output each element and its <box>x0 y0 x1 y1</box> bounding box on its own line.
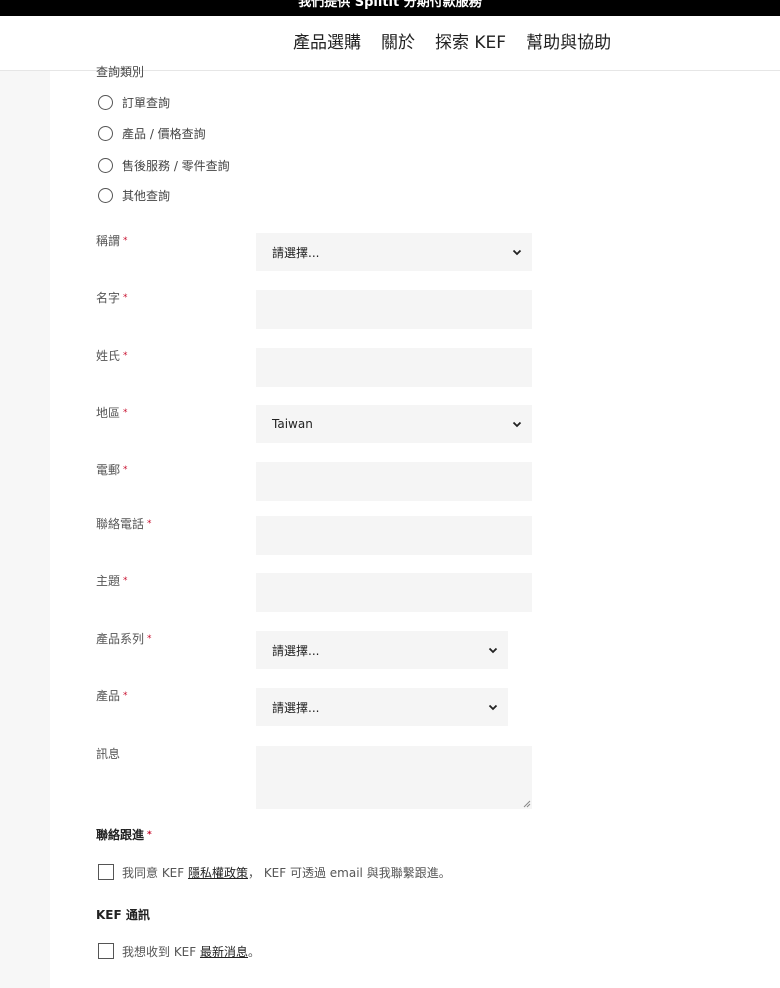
announcement-text: 我們提供 Splitit 分期付款服務 <box>298 0 482 10</box>
product-series-select-value: 請選擇... <box>272 643 320 658</box>
last-name-label-text: 姓氏 <box>96 349 121 363</box>
subject-field[interactable] <box>256 573 532 612</box>
message-label: 訊息 <box>96 747 121 761</box>
first-name-label: 名字 * <box>96 290 128 306</box>
follow-up-consent-text: 我同意 KEF 隱私權政策， KEF 可透過 email 與我聯繫跟進。 <box>122 864 451 881</box>
site-header: 產品選購 關於 探索 KEF 幫助與協助 <box>0 16 780 71</box>
salutation-select-value: 請選擇... <box>272 245 320 260</box>
chevron-down-icon <box>512 249 522 256</box>
salutation-select[interactable]: 請選擇... <box>256 233 532 271</box>
phone-label: 聯絡電話 * <box>96 516 152 532</box>
follow-up-checkbox[interactable] <box>98 864 114 880</box>
required-mark: * <box>123 691 128 701</box>
left-gutter <box>0 71 50 988</box>
follow-up-consent-row[interactable]: 我同意 KEF 隱私權政策， KEF 可透過 email 與我聯繫跟進。 <box>98 863 451 881</box>
radio-button[interactable] <box>98 94 113 110</box>
email-label: 電郵 * <box>96 462 128 478</box>
region-label: 地區 * <box>96 405 128 421</box>
radio-button[interactable] <box>98 187 113 203</box>
first-name-field[interactable] <box>256 290 532 329</box>
product-series-select[interactable]: 請選擇... <box>256 631 508 669</box>
newsletter-title: KEF 通訊 <box>96 908 150 922</box>
radio-option-label: 產品 / 價格查詢 <box>122 126 206 141</box>
radio-option-label: 訂單查詢 <box>122 95 171 110</box>
nav-item-products[interactable]: 產品選購 <box>293 32 361 54</box>
radio-button[interactable] <box>98 157 113 173</box>
product-label: 產品 * <box>96 688 128 704</box>
email-label-text: 電郵 <box>96 463 121 477</box>
required-mark: * <box>123 408 128 418</box>
follow-up-text-before: 我同意 KEF <box>122 865 188 880</box>
nav-item-help[interactable]: 幫助與協助 <box>526 32 611 54</box>
radio-option-label: 售後服務 / 零件查詢 <box>122 158 230 173</box>
first-name-label-text: 名字 <box>96 291 121 305</box>
region-label-text: 地區 <box>96 406 121 420</box>
follow-up-title-text: 聯絡跟進 <box>96 828 145 842</box>
required-mark: * <box>147 830 152 840</box>
radio-option-after-sales[interactable]: 售後服務 / 零件查詢 <box>98 156 230 174</box>
product-series-label-text: 產品系列 <box>96 632 145 646</box>
subject-label: 主題 * <box>96 573 128 589</box>
message-textarea[interactable] <box>256 746 532 809</box>
product-select-value: 請選擇... <box>272 700 320 715</box>
required-mark: * <box>123 236 128 246</box>
radio-option-label: 其他查詢 <box>122 188 171 203</box>
chevron-down-icon <box>512 421 522 428</box>
salutation-label-text: 稱謂 <box>96 234 121 248</box>
last-name-label: 姓氏 * <box>96 348 128 364</box>
required-mark: * <box>123 351 128 361</box>
required-mark: * <box>123 576 128 586</box>
follow-up-text-after: ， KEF 可透過 email 與我聯繫跟進。 <box>248 865 451 880</box>
product-series-label: 產品系列 * <box>96 631 152 647</box>
product-label-text: 產品 <box>96 689 121 703</box>
required-mark: * <box>123 293 128 303</box>
newsletter-text-before: 我想收到 KEF <box>122 944 200 959</box>
radio-option-product-price[interactable]: 產品 / 價格查詢 <box>98 124 206 142</box>
radio-option-other[interactable]: 其他查詢 <box>98 186 170 204</box>
announcement-bar: 我們提供 Splitit 分期付款服務 <box>0 0 780 16</box>
chevron-down-icon <box>488 704 498 711</box>
phone-field[interactable] <box>256 516 532 555</box>
region-select-value: Taiwan <box>272 417 313 431</box>
follow-up-title: 聯絡跟進 * <box>96 827 152 843</box>
inquiry-type-label: 查詢類別 <box>96 65 145 79</box>
newsletter-consent-text: 我想收到 KEF 最新消息。 <box>122 943 260 960</box>
email-field[interactable] <box>256 462 532 501</box>
newsletter-text-after: 。 <box>248 944 261 959</box>
required-mark: * <box>147 519 152 529</box>
subject-label-text: 主題 <box>96 574 121 588</box>
resize-grip-icon[interactable] <box>523 800 531 808</box>
region-select[interactable]: Taiwan <box>256 405 532 443</box>
product-select[interactable]: 請選擇... <box>256 688 508 726</box>
nav-item-about[interactable]: 關於 <box>381 32 415 54</box>
main-nav: 產品選購 關於 探索 KEF 幫助與協助 <box>293 32 631 54</box>
latest-news-link[interactable]: 最新消息 <box>200 945 248 959</box>
nav-item-explore[interactable]: 探索 KEF <box>435 32 506 54</box>
phone-label-text: 聯絡電話 <box>96 517 145 531</box>
required-mark: * <box>123 465 128 475</box>
required-mark: * <box>147 634 152 644</box>
chevron-down-icon <box>488 647 498 654</box>
page: 我們提供 Splitit 分期付款服務 產品選購 關於 探索 KEF 幫助與協助… <box>0 0 780 988</box>
salutation-label: 稱謂 * <box>96 233 128 249</box>
radio-option-order[interactable]: 訂單查詢 <box>98 93 170 111</box>
radio-button[interactable] <box>98 125 113 141</box>
privacy-policy-link[interactable]: 隱私權政策 <box>188 866 248 880</box>
newsletter-checkbox[interactable] <box>98 943 114 959</box>
newsletter-consent-row[interactable]: 我想收到 KEF 最新消息。 <box>98 942 260 960</box>
last-name-field[interactable] <box>256 348 532 387</box>
